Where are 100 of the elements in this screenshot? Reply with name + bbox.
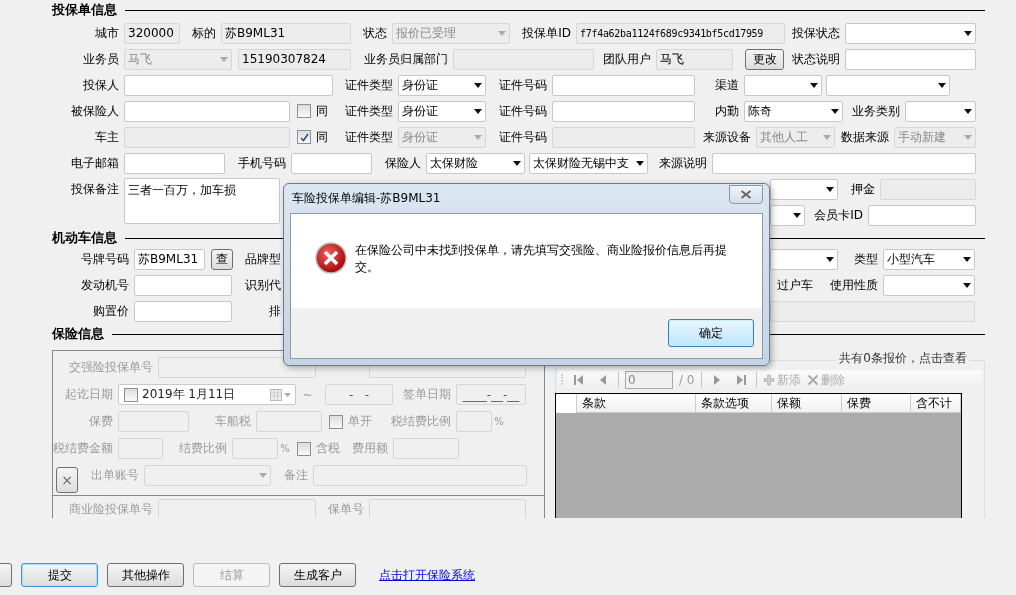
field-label: 数据来源 bbox=[840, 128, 890, 146]
percent-sign: % bbox=[493, 416, 505, 427]
dropdown[interactable] bbox=[770, 204, 805, 226]
quotes-link[interactable]: 共有0条报价，点击查看 bbox=[836, 350, 970, 367]
input-field[interactable] bbox=[552, 74, 695, 96]
field-label: 来源设备 bbox=[702, 128, 752, 146]
caret-icon bbox=[474, 134, 482, 140]
page-total: / 0 bbox=[679, 373, 695, 387]
caret-icon bbox=[823, 134, 831, 140]
dropdown[interactable]: 陈奇 bbox=[744, 100, 843, 122]
field-label: 投保备注 bbox=[70, 181, 120, 198]
caret-icon bbox=[964, 30, 972, 36]
field-label: 证件类型 bbox=[344, 76, 394, 94]
caret-icon bbox=[963, 282, 971, 288]
caret-icon bbox=[474, 108, 482, 114]
field-label: 排 bbox=[268, 302, 282, 320]
column-header: 条款选项 bbox=[696, 394, 772, 413]
last-page-icon[interactable] bbox=[734, 374, 747, 386]
field-label: 识别代 bbox=[244, 276, 282, 294]
input-field[interactable] bbox=[134, 274, 232, 296]
field-label: 号牌号码 bbox=[80, 250, 130, 268]
input-field[interactable] bbox=[134, 300, 232, 322]
caret-icon bbox=[636, 160, 644, 166]
close-button[interactable] bbox=[729, 185, 763, 204]
input-field[interactable] bbox=[552, 100, 695, 122]
input-field[interactable] bbox=[291, 152, 372, 174]
section-title: 投保单信息 bbox=[52, 1, 117, 19]
dropdown[interactable]: 身份证 bbox=[398, 74, 486, 96]
field-label: 证件类型 bbox=[344, 128, 394, 146]
close-icon bbox=[740, 190, 752, 199]
section-title: 保险信息 bbox=[52, 325, 104, 343]
field-label: 税结费金额 bbox=[53, 440, 114, 457]
field-label: 费用额 bbox=[351, 440, 389, 457]
first-page-icon[interactable] bbox=[573, 374, 585, 386]
action-button[interactable]: 提交 bbox=[21, 563, 98, 587]
caret-icon bbox=[810, 82, 818, 88]
field-label: 品牌型 bbox=[244, 250, 282, 268]
field-label: 保险人 bbox=[384, 154, 422, 172]
dropdown[interactable]: 身份证 bbox=[398, 100, 486, 122]
field-label: 保费 bbox=[88, 413, 114, 430]
input-field[interactable] bbox=[868, 204, 976, 226]
field-label: ~ bbox=[301, 387, 314, 402]
error-message: 在保险公司中未找到投保单，请先填写交强险、商业险报价信息后再提交。 bbox=[355, 242, 728, 276]
caret-icon bbox=[513, 160, 521, 166]
ok-button[interactable]: 确定 bbox=[668, 319, 754, 347]
field-label: 渠道 bbox=[714, 76, 740, 94]
input-field[interactable]: 苏B9ML31 bbox=[134, 248, 205, 270]
field-label: 商业险投保单号 bbox=[68, 501, 154, 518]
field-label: 来源说明 bbox=[658, 154, 708, 172]
action-button[interactable]: 其他操作 bbox=[107, 563, 184, 587]
dropdown[interactable]: 小型汽车 bbox=[883, 248, 975, 270]
field-label: 电子邮箱 bbox=[70, 154, 120, 172]
caret-icon bbox=[498, 30, 506, 36]
field-label: 投保单ID bbox=[521, 24, 572, 42]
caret-icon bbox=[964, 134, 972, 140]
input-field[interactable] bbox=[124, 100, 290, 122]
field-label: 团队用户 bbox=[602, 50, 652, 68]
input-field[interactable] bbox=[712, 152, 976, 174]
checkbox[interactable] bbox=[297, 130, 311, 144]
field-label: 标的 bbox=[191, 24, 217, 42]
field-label: 投保状态 bbox=[791, 24, 841, 42]
field-label: 证件号码 bbox=[498, 128, 548, 146]
checkbox[interactable] bbox=[297, 104, 311, 118]
input-field[interactable] bbox=[124, 152, 225, 174]
field-label: 状态 bbox=[362, 24, 388, 42]
field-label: 过户车 bbox=[776, 276, 814, 294]
field-label: 证件号码 bbox=[498, 102, 548, 120]
dropdown[interactable]: 太保财险无锡中支 bbox=[529, 152, 648, 174]
field-label: 押金 bbox=[850, 180, 876, 198]
dialog-title: 车险投保单编辑-苏B9ML31 bbox=[292, 190, 441, 207]
cross-icon bbox=[806, 374, 819, 386]
checkbox-label: 单开 bbox=[348, 413, 372, 430]
input-field[interactable] bbox=[124, 74, 333, 96]
percent-sign: % bbox=[279, 443, 291, 454]
field-label: 购置价 bbox=[92, 302, 130, 320]
field-label: 证件类型 bbox=[344, 102, 394, 120]
field-label: 被保险人 bbox=[70, 102, 120, 120]
grip-icon bbox=[561, 373, 564, 387]
caret-icon bbox=[826, 186, 834, 192]
caret-icon bbox=[220, 56, 228, 62]
field-label: 车主 bbox=[94, 128, 120, 146]
field-label: 交强险投保单号 bbox=[68, 359, 154, 376]
form-button[interactable]: 查 bbox=[211, 248, 233, 270]
field-label: 备注 bbox=[283, 467, 309, 484]
field-label: 出单账号 bbox=[90, 467, 140, 484]
checkbox-label: 同 bbox=[316, 128, 328, 146]
field-label: 证件号码 bbox=[498, 76, 548, 94]
notes-field[interactable]: 三者一百万，加车损 bbox=[124, 178, 280, 224]
caret-icon bbox=[963, 256, 971, 262]
error-icon bbox=[315, 242, 347, 274]
input-field[interactable] bbox=[845, 48, 976, 70]
caret-icon bbox=[826, 256, 834, 262]
form-button[interactable]: 更改 bbox=[745, 48, 784, 70]
field-label: 业务类别 bbox=[851, 102, 901, 120]
open-system-link[interactable]: 点击打开保险系统 bbox=[379, 566, 475, 584]
action-button[interactable]: 生成客户 bbox=[279, 563, 356, 587]
field-label: 手机号码 bbox=[237, 154, 287, 172]
dropdown[interactable]: 太保财险 bbox=[426, 152, 525, 174]
column-header: 含不计 bbox=[911, 394, 961, 413]
column-header: 条款 bbox=[576, 394, 697, 413]
